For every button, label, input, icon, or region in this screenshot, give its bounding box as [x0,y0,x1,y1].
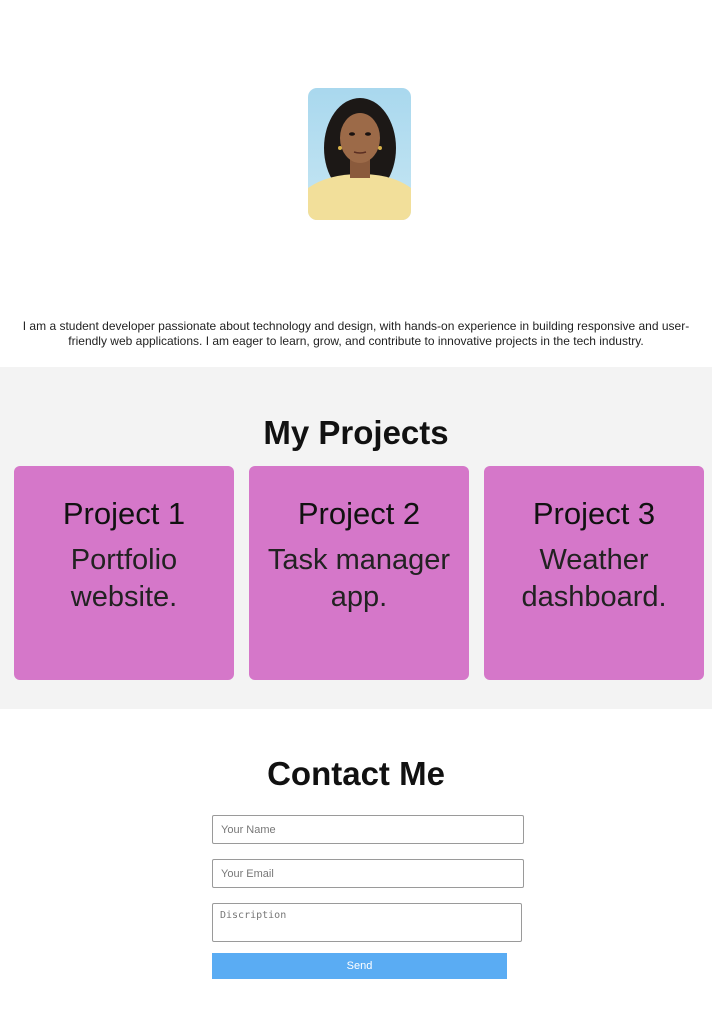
projects-section: My Projects Project 1 Portfolio website.… [0,367,712,709]
project-title: Project 2 [297,496,421,531]
send-button[interactable]: Send [212,953,507,979]
project-card-3: Project 3 Weather dashboard. [484,466,704,680]
profile-portrait-image [308,98,411,220]
profile-photo [308,88,411,220]
project-description: Portfolio website. [70,544,178,613]
projects-heading: My Projects [263,414,449,451]
project-title: Project 3 [532,496,656,531]
email-field[interactable] [212,859,524,888]
project-description: Weather dashboard. [521,544,667,613]
project-card-2: Project 2 Task manager app. [249,466,469,680]
project-title: Project 1 [62,496,186,531]
name-field[interactable] [212,815,524,844]
project-card-1: Project 1 Portfolio website. [14,466,234,680]
project-description: Task manager app. [267,544,451,613]
description-field[interactable] [212,903,522,942]
contact-heading: Contact Me [267,755,445,792]
bio-text: I am a student developer passionate abou… [22,319,690,348]
